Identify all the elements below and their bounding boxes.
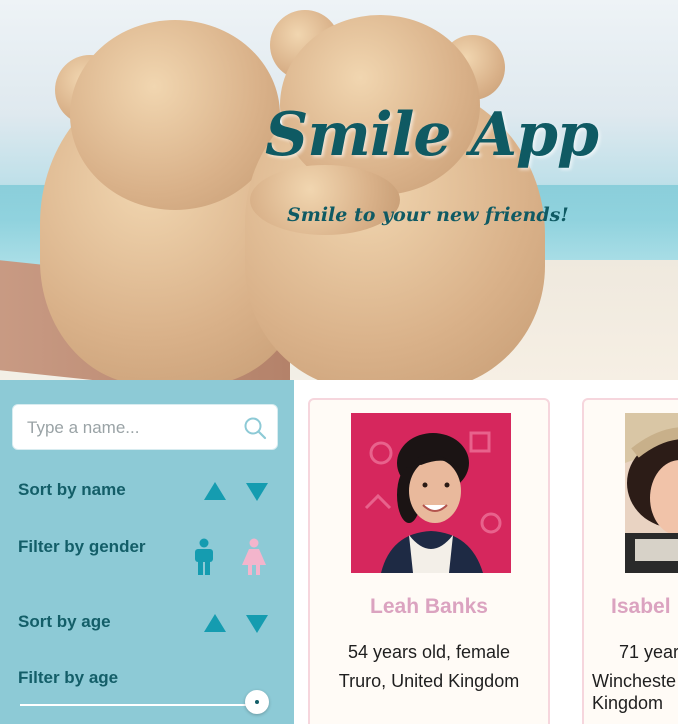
profile-age-gender: 54 years old, female xyxy=(347,642,511,662)
sort-name-ascending-button[interactable] xyxy=(204,482,226,500)
female-icon[interactable] xyxy=(240,538,268,580)
search-input[interactable] xyxy=(25,413,239,443)
sort-name-descending-button[interactable] xyxy=(246,483,268,501)
sort-by-name-label: Sort by name xyxy=(18,480,126,499)
app-title: Smile App xyxy=(265,100,599,170)
profile-name: Isabel xyxy=(611,595,671,618)
search-icon[interactable] xyxy=(243,416,267,440)
profile-card[interactable]: Leah Banks 54 years old, female Truro, U… xyxy=(308,398,550,724)
profile-card[interactable]: Isabel 71 year Wincheste Kingdom xyxy=(582,398,678,724)
sort-by-age-label: Sort by age xyxy=(18,612,111,631)
filter-by-gender-label: Filter by gender xyxy=(18,537,146,556)
profile-location: Truro, United Kingdom xyxy=(338,671,520,691)
profile-cards: Leah Banks 54 years old, female Truro, U… xyxy=(294,380,678,724)
sort-age-ascending-button[interactable] xyxy=(204,614,226,632)
search-box xyxy=(12,404,278,450)
profile-age-gender: 71 year xyxy=(619,642,678,662)
filter-by-age-label: Filter by age xyxy=(18,668,119,687)
sort-age-descending-button[interactable] xyxy=(246,615,268,633)
age-slider-track[interactable] xyxy=(20,704,266,706)
male-icon[interactable] xyxy=(192,538,216,580)
profile-location-country: Kingdom xyxy=(592,693,664,713)
profile-photo xyxy=(625,413,678,573)
age-slider-handle[interactable] xyxy=(245,690,269,714)
app-subtitle: Smile to your new friends! xyxy=(287,204,569,226)
profile-location: Wincheste xyxy=(592,671,677,691)
hero-banner: Smile App Smile to your new friends! xyxy=(0,0,678,380)
teddy-bear-left-head xyxy=(70,20,280,210)
filter-sidebar: Sort by name Filter by gender Sort by ag… xyxy=(0,380,294,724)
profile-photo xyxy=(351,413,511,573)
profile-name: Leah Banks xyxy=(370,595,488,618)
